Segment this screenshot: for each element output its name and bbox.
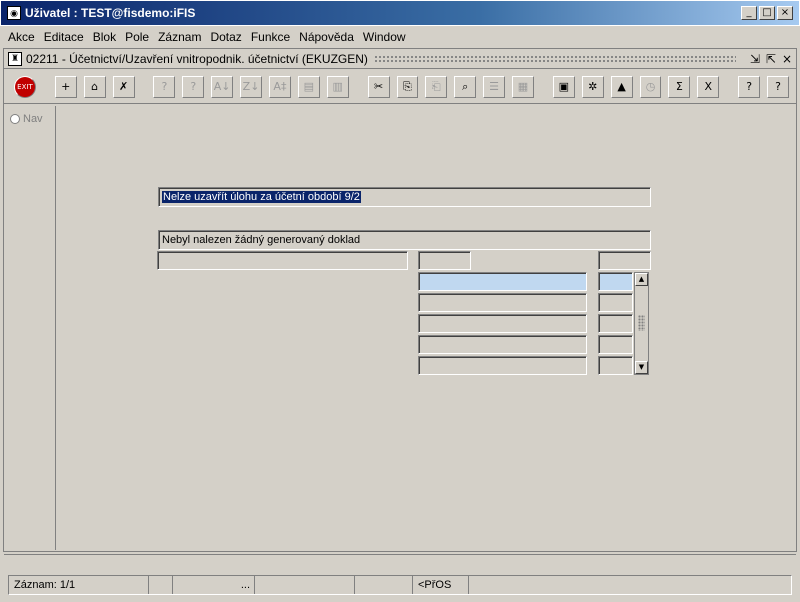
status-cell-2 (149, 576, 173, 594)
query-execute-button[interactable]: ? (182, 75, 205, 98)
doc-name-row-2[interactable] (418, 293, 587, 312)
form-close-button[interactable]: × (782, 52, 792, 66)
toolbar: EXIT + ⌂ ✗?? A↓ Z↓ A‡ ▤ ▥ ✂ ⎘ ⎗ ⌕ ☰ ▦ ▣ ✲ ▲ ◷ Σ X?? (4, 70, 796, 104)
paste-button[interactable]: ⎗ (425, 75, 448, 98)
error-message-field[interactable]: Nelze uzavřít úlohu za účetní období 9/2 (158, 187, 651, 207)
title-grip (373, 54, 736, 63)
error-message-text: Nelze uzavřít úlohu za účetní období 9/2 (162, 191, 361, 203)
maximize-button[interactable]: □ (759, 6, 775, 20)
form-restore-button[interactable]: ⇲ (750, 52, 760, 66)
exit-button[interactable]: EXIT (14, 75, 36, 98)
window-title-bar: ◉ Uživatel : TEST@fisdemo:iFIS _ □ × (0, 0, 800, 26)
menu-editace[interactable]: Editace (44, 30, 84, 44)
doc-name-row-5[interactable] (418, 356, 587, 375)
scroll-thumb-grip[interactable] (638, 315, 645, 331)
grid-button[interactable]: ▦ (512, 75, 534, 98)
menu-zaznam[interactable]: Záznam (158, 30, 201, 44)
status-cell-3: ... (173, 576, 255, 594)
chart-button[interactable]: ▲ (610, 75, 633, 98)
window-title: Uživatel : TEST@fisdemo:iFIS (25, 6, 196, 20)
excel-button[interactable]: X (697, 75, 720, 98)
form-title: 02211 - Účetnictví/Uzavření vnitropodnik… (26, 51, 374, 66)
delete-record-button[interactable]: ✗ (112, 75, 135, 98)
info-message-text: Nebyl nalezen žádný generovaný doklad (162, 234, 361, 246)
menu-blok[interactable]: Blok (93, 30, 116, 44)
header-field-1[interactable] (418, 251, 471, 270)
menu-bar: Akce Editace Blok Pole Záznam Dotaz Funk… (0, 26, 800, 48)
doc-code-row-4[interactable] (598, 335, 633, 354)
help-button[interactable]: ? (738, 75, 761, 98)
nav-radio[interactable]: Nav (10, 113, 43, 125)
doc-name-row-3[interactable] (418, 314, 587, 333)
doc-code-row-2[interactable] (598, 293, 633, 312)
calculator-button[interactable]: ▣ (552, 75, 575, 98)
print-preview-button[interactable]: ▥ (326, 75, 349, 98)
nav-label: Nav (23, 113, 43, 125)
records-scrollbar[interactable]: ▲ ▼ (634, 272, 649, 375)
scroll-up-icon[interactable]: ▲ (635, 273, 648, 286)
context-help-button[interactable]: ? (767, 75, 789, 98)
info-message-field: Nebyl nalezen žádný generovaný doklad (158, 230, 651, 250)
nav-pane: Nav (6, 106, 56, 550)
menu-pole[interactable]: Pole (125, 30, 149, 44)
radio-icon (10, 114, 20, 124)
settings-button[interactable]: ✲ (581, 75, 604, 98)
menu-window[interactable]: Window (363, 30, 406, 44)
menu-dotaz[interactable]: Dotaz (210, 30, 241, 44)
form-icon: ♜ (8, 51, 22, 66)
sort-asc-button[interactable]: A↓ (211, 75, 234, 98)
query-enter-button[interactable]: ? (153, 75, 176, 98)
form-maximize-button[interactable]: ⇱ (766, 52, 776, 66)
doc-name-row-4[interactable] (418, 335, 587, 354)
form-title-bar: ♜ 02211 - Účetnictví/Uzavření vnitropodn… (4, 49, 796, 69)
minimize-button[interactable]: _ (741, 6, 757, 20)
status-bar: Záznam: 1/1 ... <PřOS (4, 554, 796, 598)
doc-code-row-3[interactable] (598, 314, 633, 333)
scroll-down-icon[interactable]: ▼ (635, 361, 648, 374)
copy-button[interactable]: ⎘ (396, 75, 419, 98)
form-window (3, 48, 797, 552)
status-mode: <PřOS (413, 576, 469, 594)
doc-code-row-1[interactable] (598, 272, 633, 291)
doc-code-row-5[interactable] (598, 356, 633, 375)
menu-napoveda[interactable]: Nápověda (299, 30, 354, 44)
find-button[interactable]: ⌕ (454, 75, 477, 98)
status-cell-5 (355, 576, 413, 594)
close-button[interactable]: × (777, 6, 793, 20)
menu-akce[interactable]: Akce (8, 30, 35, 44)
list-button[interactable]: ☰ (483, 75, 506, 98)
print-button[interactable]: ▤ (297, 75, 320, 98)
sort-custom-button[interactable]: A‡ (269, 75, 291, 98)
app-icon: ◉ (7, 6, 21, 20)
save-button[interactable]: ⌂ (83, 75, 106, 98)
sort-desc-button[interactable]: Z↓ (240, 75, 262, 98)
insert-record-button[interactable]: + (54, 75, 77, 98)
header-field-2[interactable] (598, 251, 651, 270)
menu-funkce[interactable]: Funkce (251, 30, 290, 44)
sum-button[interactable]: Σ (668, 75, 691, 98)
status-record: Záznam: 1/1 (9, 576, 149, 594)
status-cell-4 (255, 576, 355, 594)
cut-button[interactable]: ✂ (367, 75, 390, 98)
clock-button[interactable]: ◷ (639, 75, 662, 98)
summary-field[interactable] (157, 251, 408, 270)
doc-name-row-1[interactable] (418, 272, 587, 291)
